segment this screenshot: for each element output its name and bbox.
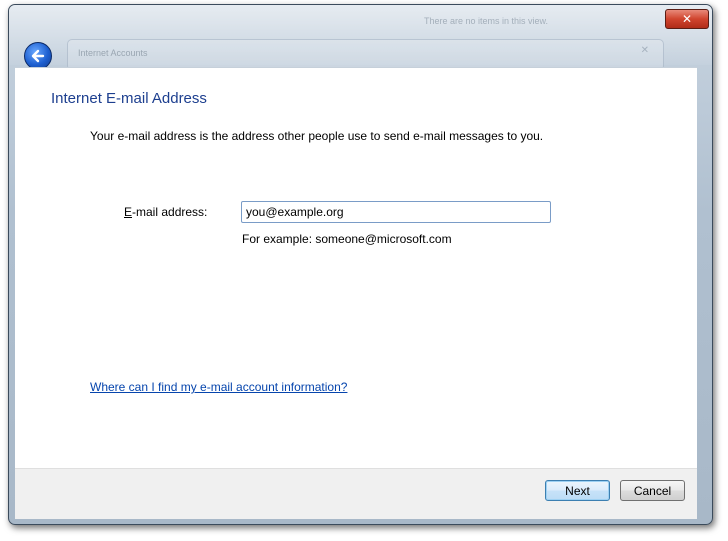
wizard-footer: Next Cancel: [15, 468, 697, 519]
back-button[interactable]: [24, 42, 52, 70]
email-label-text: -mail address:: [132, 205, 208, 219]
close-button[interactable]: ✕: [665, 9, 709, 29]
next-button[interactable]: Next: [545, 480, 610, 501]
email-label-access-key: E: [124, 205, 133, 219]
back-arrow-icon: [31, 49, 45, 63]
background-window-title: There are no items in this view.: [424, 16, 549, 26]
email-address-input[interactable]: [241, 201, 551, 223]
account-info-help-link[interactable]: Where can I find my e-mail account infor…: [90, 380, 347, 394]
page-title: Internet E-mail Address: [51, 90, 207, 107]
email-example-hint: For example: someone@microsoft.com: [242, 232, 452, 246]
ghost-close-icon: ✕: [640, 45, 649, 56]
close-icon: ✕: [681, 12, 693, 26]
wizard-title: Internet Accounts: [78, 48, 148, 58]
email-address-label: E-mail address:: [124, 205, 207, 219]
cancel-button[interactable]: Cancel: [620, 480, 685, 501]
page-description: Your e-mail address is the address other…: [90, 129, 544, 143]
wizard-content: Internet E-mail Address Your e-mail addr…: [15, 67, 697, 468]
